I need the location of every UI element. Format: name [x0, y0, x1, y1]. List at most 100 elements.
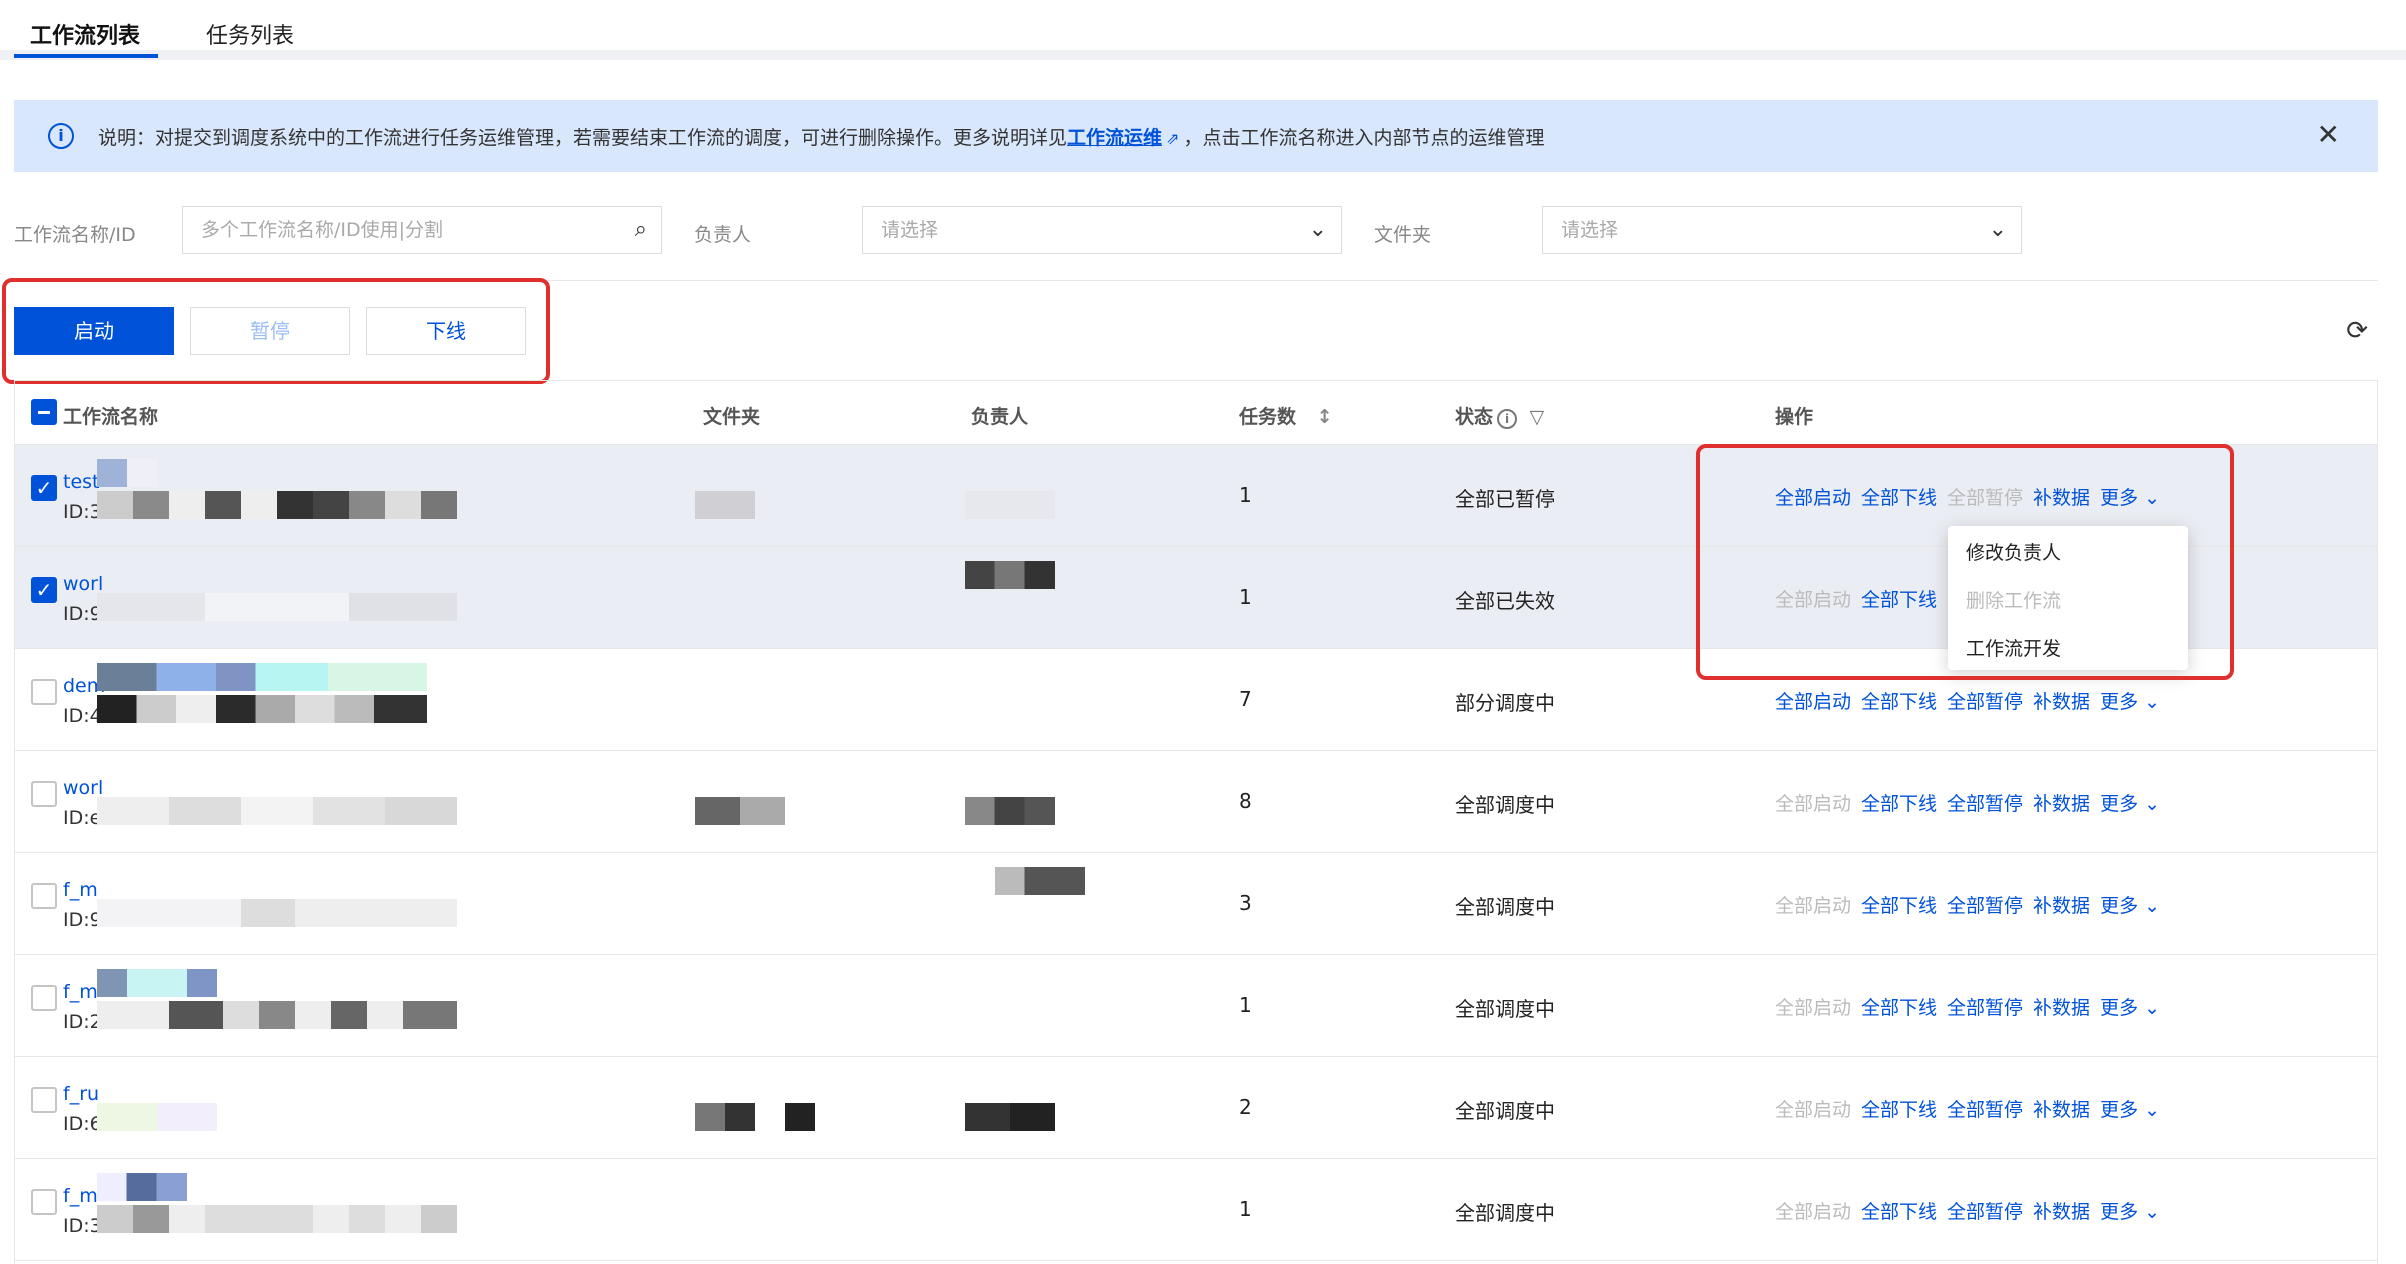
- more-link[interactable]: 更多 ⌄: [2100, 487, 2160, 509]
- start-all-link[interactable]: 全部启动: [1775, 895, 1851, 917]
- folder-select[interactable]: 请选择 ⌄: [1542, 206, 2022, 254]
- table-row[interactable]: f_m ID:3 1 全部调度中 全部启动 全部下线 全部暂停 补数据 更多 ⌄: [15, 1159, 2377, 1261]
- offline-all-link[interactable]: 全部下线: [1861, 691, 1937, 713]
- sort-icon[interactable]: ↕: [1317, 406, 1333, 428]
- search-icon[interactable]: ⌕: [635, 207, 647, 253]
- row-checkbox[interactable]: [31, 1087, 57, 1113]
- menu-item-workflow-dev[interactable]: 工作流开发: [1966, 634, 2061, 661]
- more-label: 更多: [2100, 997, 2139, 1019]
- menu-item-change-owner[interactable]: 修改负责人: [1966, 538, 2061, 565]
- pause-all-link[interactable]: 全部暂停: [1947, 1201, 2023, 1223]
- start-all-link[interactable]: 全部启动: [1775, 793, 1851, 815]
- redacted-mosaic: [97, 459, 157, 487]
- more-link[interactable]: 更多 ⌄: [2100, 997, 2160, 1019]
- offline-all-link[interactable]: 全部下线: [1861, 1201, 1937, 1223]
- select-all-checkbox[interactable]: [31, 399, 57, 425]
- pause-all-link[interactable]: 全部暂停: [1947, 895, 2023, 917]
- status: 全部调度中: [1455, 793, 1555, 817]
- offline-all-link[interactable]: 全部下线: [1861, 589, 1937, 611]
- header-status-label: 状态: [1455, 406, 1494, 428]
- pause-all-link[interactable]: 全部暂停: [1947, 1099, 2023, 1121]
- status: 全部调度中: [1455, 895, 1555, 919]
- offline-all-link[interactable]: 全部下线: [1861, 997, 1937, 1019]
- row-ops: 全部启动 全部下线 全部暂停 补数据 更多 ⌄: [1775, 891, 2170, 918]
- workflow-name-link[interactable]: f_m: [63, 879, 98, 901]
- start-button[interactable]: 启动: [14, 307, 174, 355]
- offline-all-link[interactable]: 全部下线: [1861, 1099, 1937, 1121]
- start-all-link[interactable]: 全部启动: [1775, 487, 1851, 509]
- start-all-link[interactable]: 全部启动: [1775, 589, 1851, 611]
- backfill-link[interactable]: 补数据: [2033, 1099, 2090, 1121]
- offline-button[interactable]: 下线: [366, 307, 526, 355]
- row-checkbox[interactable]: [31, 883, 57, 909]
- more-link[interactable]: 更多 ⌄: [2100, 895, 2160, 917]
- start-all-link[interactable]: 全部启动: [1775, 691, 1851, 713]
- more-label: 更多: [2100, 691, 2139, 713]
- workflow-name-link[interactable]: worl: [63, 777, 103, 799]
- backfill-link[interactable]: 补数据: [2033, 997, 2090, 1019]
- more-link[interactable]: 更多 ⌄: [2100, 691, 2160, 713]
- backfill-link[interactable]: 补数据: [2033, 691, 2090, 713]
- row-checkbox[interactable]: [31, 1189, 57, 1215]
- row-ops: 全部启动 全部下线 全部暂停 补数据 更多 ⌄: [1775, 687, 2170, 714]
- start-all-link[interactable]: 全部启动: [1775, 1099, 1851, 1121]
- filter-icon[interactable]: ▽: [1530, 406, 1545, 428]
- status: 全部调度中: [1455, 1099, 1555, 1123]
- pause-all-link[interactable]: 全部暂停: [1947, 997, 2023, 1019]
- start-all-link[interactable]: 全部启动: [1775, 1201, 1851, 1223]
- row-checkbox[interactable]: [31, 781, 57, 807]
- task-count: 1: [1239, 483, 1252, 507]
- more-label: 更多: [2100, 1099, 2139, 1121]
- workflow-name-link[interactable]: f_ru: [63, 1083, 99, 1105]
- backfill-link[interactable]: 补数据: [2033, 793, 2090, 815]
- chevron-down-icon: ⌄: [1308, 217, 1327, 242]
- redacted-mosaic: [965, 491, 1055, 519]
- workflow-name-link[interactable]: f_m: [63, 1185, 98, 1207]
- notice-doc-link[interactable]: 工作流运维: [1067, 127, 1162, 149]
- workflow-name-link[interactable]: test: [63, 471, 100, 493]
- task-count: 8: [1239, 789, 1252, 813]
- workflow-name-link[interactable]: worl: [63, 573, 103, 595]
- table-row[interactable]: f_ru ID:6 2 全部调度中 全部启动 全部下线 全部暂停 补数据 更多 ⌄: [15, 1057, 2377, 1159]
- workflow-name-link[interactable]: f_m: [63, 981, 98, 1003]
- workflow-id: ID:3: [63, 1215, 102, 1237]
- redacted-mosaic: [97, 663, 427, 691]
- tab-task-list[interactable]: 任务列表: [206, 18, 294, 50]
- owner-select[interactable]: 请选择 ⌄: [862, 206, 1342, 254]
- table-row[interactable]: worl ID:e 8 全部调度中 全部启动 全部下线 全部暂停 补数据 更多 ⌄: [15, 751, 2377, 853]
- backfill-link[interactable]: 补数据: [2033, 895, 2090, 917]
- table-row[interactable]: f_m ID:2 1 全部调度中 全部启动 全部下线 全部暂停 补数据 更多 ⌄: [15, 955, 2377, 1057]
- tab-workflow-list[interactable]: 工作流列表: [30, 18, 140, 50]
- row-checkbox[interactable]: ✓: [31, 577, 57, 603]
- header-name: 工作流名称: [63, 406, 159, 428]
- more-link[interactable]: 更多 ⌄: [2100, 1099, 2160, 1121]
- backfill-link[interactable]: 补数据: [2033, 1201, 2090, 1223]
- row-checkbox[interactable]: [31, 985, 57, 1011]
- offline-all-link[interactable]: 全部下线: [1861, 793, 1937, 815]
- offline-all-link[interactable]: 全部下线: [1861, 895, 1937, 917]
- refresh-icon[interactable]: ⟳: [2346, 316, 2368, 346]
- workflow-name-search-input[interactable]: 多个工作流名称/ID使用|分割 ⌕: [182, 206, 662, 254]
- more-link[interactable]: 更多 ⌄: [2100, 1201, 2160, 1223]
- task-count: 7: [1239, 687, 1252, 711]
- workflow-id: ID:2: [63, 1011, 102, 1033]
- offline-all-link[interactable]: 全部下线: [1861, 487, 1937, 509]
- header-folder: 文件夹: [703, 406, 761, 428]
- start-all-link[interactable]: 全部启动: [1775, 997, 1851, 1019]
- pause-all-link[interactable]: 全部暂停: [1947, 691, 2023, 713]
- pause-all-link[interactable]: 全部暂停: [1947, 793, 2023, 815]
- redacted-mosaic: [97, 1103, 217, 1131]
- redacted-mosaic: [995, 867, 1085, 895]
- status: 全部已暂停: [1455, 487, 1555, 511]
- folder-label: 文件夹: [1374, 224, 1432, 246]
- more-label: 更多: [2100, 895, 2139, 917]
- table-row[interactable]: f_m ID:9 3 全部调度中 全部启动 全部下线 全部暂停 补数据 更多 ⌄: [15, 853, 2377, 955]
- close-icon[interactable]: ✕: [2317, 118, 2340, 151]
- backfill-link[interactable]: 补数据: [2033, 487, 2090, 509]
- row-checkbox[interactable]: [31, 679, 57, 705]
- pause-button[interactable]: 暂停: [190, 307, 350, 355]
- pause-all-link[interactable]: 全部暂停: [1947, 487, 2023, 509]
- row-checkbox[interactable]: ✓: [31, 475, 57, 501]
- more-link[interactable]: 更多 ⌄: [2100, 793, 2160, 815]
- menu-item-delete-workflow[interactable]: 删除工作流: [1966, 586, 2061, 613]
